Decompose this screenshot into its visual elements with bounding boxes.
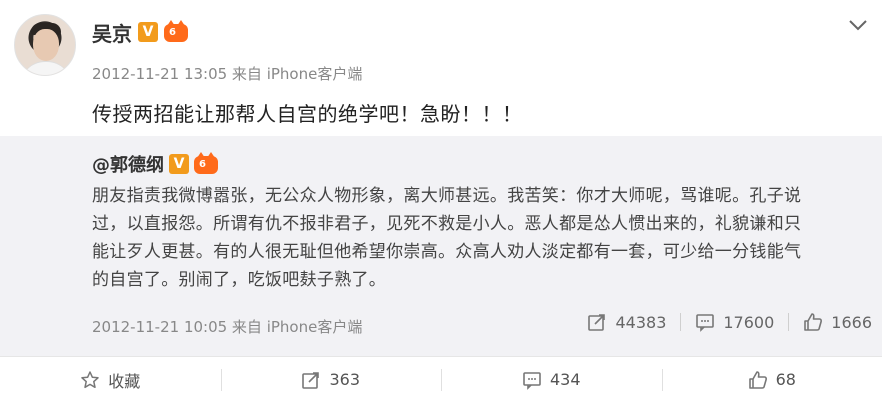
comment-icon	[696, 314, 715, 332]
author-name[interactable]: 吴京	[92, 18, 132, 47]
quoted-meta[interactable]: 2012-11-21 10:05 来自 iPhone客户端	[92, 316, 362, 337]
verified-v-icon[interactable]: V	[169, 154, 189, 174]
divider	[788, 313, 790, 331]
post-meta[interactable]: 2012-11-21 13:05 来自 iPhone客户端	[92, 63, 362, 84]
like-icon	[748, 370, 767, 389]
quoted-like-button[interactable]: 1666	[803, 312, 872, 332]
verified-v-icon[interactable]: V	[138, 22, 158, 42]
action-bar: 收藏 363 434 68	[0, 356, 882, 402]
like-icon	[804, 313, 823, 331]
quoted-post[interactable]: @郭德纲 V 6 朋友指责我微博嚣张，无公众人物形象，离大师甚远。我苦笑：你才大…	[0, 136, 882, 356]
vip-crown-icon[interactable]: 6	[194, 152, 220, 174]
like-count: 68	[775, 370, 796, 389]
avatar-face	[33, 29, 59, 61]
comment-button[interactable]: 434	[441, 357, 662, 402]
like-button[interactable]: 68	[661, 357, 882, 402]
quoted-comment-count: 17600	[723, 312, 775, 332]
quoted-like-count: 1666	[831, 312, 872, 332]
author-avatar[interactable]	[14, 14, 76, 76]
repost-icon	[588, 314, 606, 331]
repost-icon	[302, 371, 320, 389]
quoted-stats: 44383 17600 1666	[587, 312, 872, 332]
vip-level: 6	[169, 27, 176, 38]
quoted-comment-button[interactable]: 17600	[695, 312, 774, 332]
avatar-shirt	[21, 61, 71, 75]
quoted-author-header: @郭德纲 V 6	[92, 152, 220, 176]
post-text: 传授两招能让那帮人自宫的绝学吧！急盼！！！	[92, 102, 523, 126]
favorite-label: 收藏	[108, 371, 141, 391]
comment-icon	[523, 371, 541, 390]
quoted-text: 朋友指责我微博嚣张，无公众人物形象，离大师甚远。我苦笑：你才大师呢，骂谁呢。孔子…	[92, 182, 872, 294]
quoted-text-line: 过，以直报怨。所谓有仇不报非君子，见死不救是小人。恶人都是怂人惯出来的，礼貌谦和…	[92, 214, 802, 234]
author-header: 吴京 V 6	[92, 18, 190, 47]
chevron-down-icon[interactable]	[848, 18, 868, 32]
divider	[680, 313, 682, 331]
vip-crown-shape	[194, 152, 218, 174]
star-icon	[81, 370, 99, 388]
quoted-text-line: 的自宫了。别闹了，吃饭吧麸子熟了。	[92, 270, 387, 290]
quoted-author-name[interactable]: @郭德纲	[92, 151, 164, 177]
repost-button[interactable]: 363	[220, 357, 442, 402]
vip-crown-shape	[164, 20, 188, 42]
vip-level: 6	[199, 159, 206, 170]
comment-count: 434	[549, 370, 581, 389]
favorite-button[interactable]: 收藏	[0, 357, 221, 402]
quoted-text-line: 能让歹人更甚。有的人很无耻但他希望你崇高。众高人劝人淡定都有一套，可少给一分钱能…	[92, 242, 802, 262]
vip-crown-icon[interactable]: 6	[164, 20, 190, 42]
quoted-repost-count: 44383	[615, 312, 667, 332]
quoted-text-line: 朋友指责我微博嚣张，无公众人物形象，离大师甚远。我苦笑：你才大师呢，骂谁呢。孔子…	[92, 186, 802, 206]
repost-count: 363	[329, 370, 361, 389]
quoted-repost-button[interactable]: 44383	[587, 312, 666, 332]
